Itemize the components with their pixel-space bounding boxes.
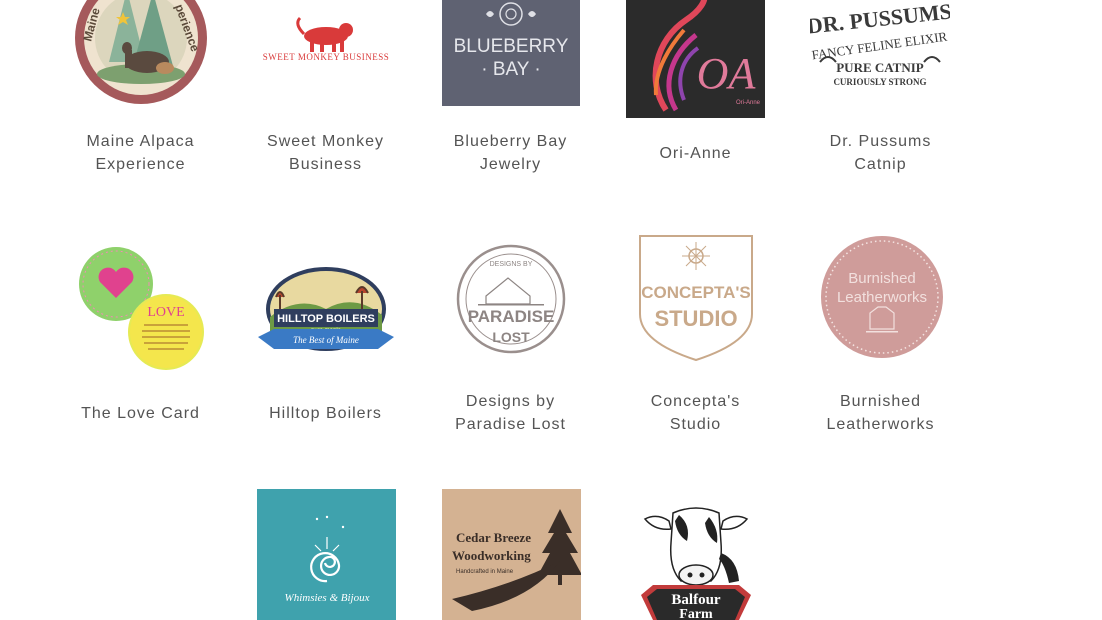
vendor-card-balfour-farm[interactable]: Balfour Farm xyxy=(603,489,788,620)
vendor-name-line: Ori-Anne xyxy=(659,145,732,162)
vendor-card-concepta[interactable]: CONCEPTA'S STUDIO Concepta's Studio xyxy=(603,230,788,440)
vendor-gallery-page: { "vendors": [ {"lines":["Maine Alpaca",… xyxy=(0,0,1102,620)
paradise-lost-logo-line3: LOST xyxy=(492,329,530,345)
blueberry-bay-logo-line1: BLUEBERRY xyxy=(454,36,569,57)
vendor-name-sweet-monkey[interactable]: Sweet Monkey Business xyxy=(233,130,418,176)
vendor-name-concepta[interactable]: Concepta's Studio xyxy=(603,390,788,436)
concepta-logo-line2: STUDIO xyxy=(654,306,737,331)
vendor-name-line: Jewelry xyxy=(479,156,542,173)
vendor-name-line: Maine Alpaca xyxy=(86,133,195,150)
vendor-card-whimsies[interactable]: Whimsies & Bijoux xyxy=(233,489,418,620)
vendor-name-line: Hilltop Boilers xyxy=(269,405,382,422)
vendor-name-line: Paradise Lost xyxy=(455,416,566,433)
whimsies-logo-text: Whimsies & Bijoux xyxy=(285,592,370,604)
vendor-name-blueberry-bay[interactable]: Blueberry Bay Jewelry xyxy=(418,130,603,176)
concepta-logo[interactable]: CONCEPTA'S STUDIO xyxy=(638,234,754,362)
vendor-name-line: Blueberry Bay xyxy=(453,133,568,150)
blueberry-bay-logo-line2: · BAY · xyxy=(481,59,540,80)
vendor-name-dr-pussums[interactable]: Dr. Pussums Catnip xyxy=(788,130,973,176)
ori-anne-logo[interactable]: OA Ori-Anne xyxy=(626,0,765,118)
balfour-farm-logo[interactable]: Balfour Farm xyxy=(639,503,753,620)
hilltop-boilers-logo[interactable]: HILLTOP BOILERS pure maple The Best of M… xyxy=(258,265,394,355)
vendor-name-paradise-lost[interactable]: Designs by Paradise Lost xyxy=(418,390,603,436)
sweet-monkey-logo-text: SWEET MONKEY BUSINESS xyxy=(263,52,390,62)
vendor-card-ori-anne[interactable]: OA Ori-Anne Ori-Anne xyxy=(603,0,788,190)
vendor-name-line: Business xyxy=(289,156,362,173)
dr-pussums-logo-line4: CURIOUSLY STRONG xyxy=(833,77,926,87)
burnished-logo-line2: Leatherworks xyxy=(837,289,927,306)
balfour-farm-logo-line2: Farm xyxy=(679,607,713,620)
hilltop-logo-line3: The Best of Maine xyxy=(293,335,359,345)
love-card-logo[interactable]: LOVE xyxy=(78,246,206,372)
vendor-name-line: The Love Card xyxy=(81,405,200,422)
vendor-name-line: Designs by xyxy=(465,393,556,410)
vendor-name-ori-anne[interactable]: Ori-Anne xyxy=(603,142,788,165)
dr-pussums-logo[interactable]: DR. PUSSUMS FANCY FELINE ELIXIR PURE CAT… xyxy=(810,0,950,96)
maine-alpaca-logo[interactable]: Maine perience xyxy=(75,0,209,105)
paradise-lost-logo[interactable]: DESIGNS BY PARADISE LOST xyxy=(456,244,566,354)
cedar-breeze-logo[interactable]: Cedar Breeze Woodworking Handcrafted in … xyxy=(442,489,581,620)
burnished-logo[interactable]: Burnished Leatherworks xyxy=(820,235,944,359)
vendor-name-line: Sweet Monkey xyxy=(267,133,384,150)
paradise-lost-logo-line2: PARADISE xyxy=(468,307,555,326)
vendor-name-line: Studio xyxy=(669,416,722,433)
balfour-farm-logo-line1: Balfour xyxy=(671,592,721,608)
ori-anne-logo-mark: OA xyxy=(697,49,757,98)
ori-anne-logo-small: Ori-Anne xyxy=(736,100,761,106)
vendor-name-line: Experience xyxy=(95,156,186,173)
vendor-name-line: Concepta's xyxy=(650,393,741,410)
vendor-card-cedar-breeze[interactable]: Cedar Breeze Woodworking Handcrafted in … xyxy=(418,489,603,620)
cedar-breeze-logo-line1: Cedar Breeze xyxy=(456,530,531,545)
vendor-name-line: Catnip xyxy=(854,156,907,173)
vendor-name-love-card[interactable]: The Love Card xyxy=(48,402,233,425)
vendor-name-burnished[interactable]: Burnished Leatherworks xyxy=(788,390,973,436)
vendor-card-blueberry-bay[interactable]: BLUEBERRY · BAY · Blueberry Bay Jewelry xyxy=(418,0,603,190)
vendor-card-paradise-lost[interactable]: DESIGNS BY PARADISE LOST Designs by Para… xyxy=(418,230,603,440)
vendor-card-maine-alpaca[interactable]: Maine perience Maine Alpaca Experience xyxy=(48,0,233,190)
vendor-name-line: Dr. Pussums xyxy=(829,133,932,150)
hilltop-logo-line1: HILLTOP BOILERS xyxy=(277,313,375,325)
vendor-card-hilltop-boilers[interactable]: HILLTOP BOILERS pure maple The Best of M… xyxy=(233,230,418,440)
sweet-monkey-logo[interactable]: SWEET MONKEY BUSINESS xyxy=(258,14,394,66)
concepta-logo-line1: CONCEPTA'S xyxy=(641,283,751,302)
vendor-name-line: Burnished xyxy=(839,393,922,410)
whimsies-logo[interactable]: Whimsies & Bijoux xyxy=(257,489,396,620)
vendor-name-hilltop-boilers[interactable]: Hilltop Boilers xyxy=(233,402,418,425)
vendor-card-burnished[interactable]: Burnished Leatherworks Burnished Leather… xyxy=(788,230,973,440)
love-card-logo-text: LOVE xyxy=(147,305,184,320)
vendor-card-sweet-monkey[interactable]: SWEET MONKEY BUSINESS Sweet Monkey Busin… xyxy=(233,0,418,190)
cedar-breeze-logo-line2: Woodworking xyxy=(452,548,531,563)
dr-pussums-logo-line3: PURE CATNIP xyxy=(836,60,924,75)
burnished-logo-line1: Burnished xyxy=(848,270,916,287)
vendor-name-line: Leatherworks xyxy=(826,416,935,433)
cedar-breeze-logo-line3: Handcrafted in Maine xyxy=(456,569,514,575)
blueberry-bay-logo[interactable]: BLUEBERRY · BAY · xyxy=(442,0,580,106)
vendor-card-dr-pussums[interactable]: DR. PUSSUMS FANCY FELINE ELIXIR PURE CAT… xyxy=(788,0,973,190)
vendor-name-maine-alpaca[interactable]: Maine Alpaca Experience xyxy=(48,130,233,176)
paradise-lost-logo-line1: DESIGNS BY xyxy=(490,261,533,268)
vendor-card-love-card[interactable]: LOVE The Love Card xyxy=(48,230,233,440)
